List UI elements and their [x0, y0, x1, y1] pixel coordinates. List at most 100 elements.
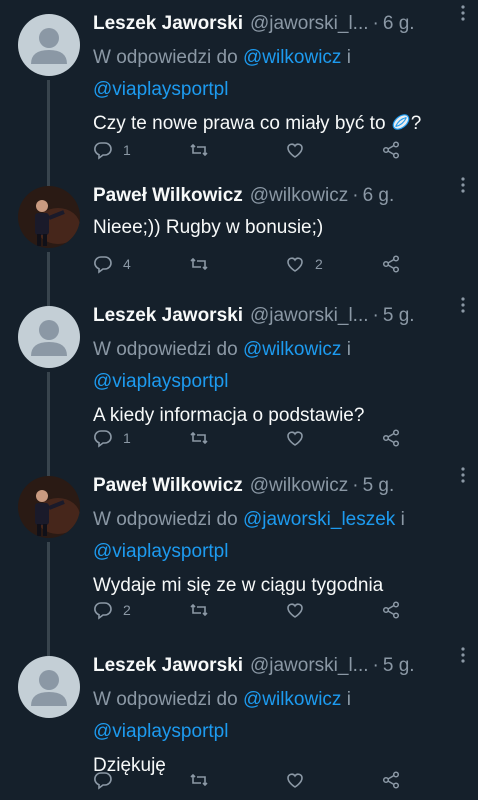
reply-count: 1 [123, 142, 131, 158]
retweet-icon [189, 140, 209, 160]
avatar-photo[interactable] [18, 186, 80, 248]
share-button[interactable] [381, 140, 401, 160]
share-icon [381, 770, 401, 790]
tweet-time[interactable]: 5 g. [383, 305, 415, 327]
author-name[interactable]: Paweł Wilkowicz [93, 185, 243, 207]
reply-to: W odpowiedzi do @wilkowicz i @viaplayspo… [93, 334, 464, 398]
tweet-time[interactable]: 5 g. [383, 655, 415, 677]
retweet-icon [189, 428, 209, 448]
reply-icon [93, 140, 113, 160]
retweet-button[interactable] [189, 428, 285, 448]
mention-link[interactable]: @viaplaysportpl [93, 79, 228, 100]
tweet-text-suffix: ? [410, 113, 422, 134]
tweet-2[interactable]: Paweł Wilkowicz @wilkowicz · 6 g. Nieee;… [0, 172, 478, 292]
share-icon [381, 254, 401, 274]
heart-icon [285, 140, 305, 160]
author-handle[interactable]: @jaworski_l... [250, 305, 369, 327]
author-name[interactable]: Leszek Jaworski [93, 13, 243, 35]
retweet-icon [189, 600, 209, 620]
reply-button[interactable]: 1 [93, 428, 189, 448]
avatar-default[interactable] [18, 306, 80, 368]
mention-link[interactable]: @wilkowicz [243, 47, 341, 68]
action-bar: 1 [93, 140, 413, 160]
tweet-3[interactable]: Leszek Jaworski @jaworski_l... · 5 g. W … [0, 292, 478, 462]
reply-icon [93, 254, 113, 274]
reply-button[interactable]: 4 [93, 254, 189, 274]
separator-dot: · [372, 13, 379, 34]
tweet-1[interactable]: Leszek Jaworski @jaworski_l... · 6 g. W … [0, 0, 478, 172]
more-options-icon[interactable] [454, 4, 472, 22]
like-button[interactable]: 2 [285, 254, 381, 274]
reply-count: 2 [123, 602, 131, 618]
share-button[interactable] [381, 600, 401, 620]
mention-link[interactable]: @wilkowicz [243, 339, 341, 360]
mention-link[interactable]: @viaplaysportpl [93, 371, 228, 392]
separator-dot: · [352, 475, 359, 496]
reply-button[interactable]: 1 [93, 140, 189, 160]
author-name[interactable]: Paweł Wilkowicz [93, 475, 243, 497]
reply-prefix: W odpowiedzi do [93, 509, 243, 530]
tweet-text: A kiedy informacja o podstawie? [93, 405, 365, 426]
tweet-time[interactable]: 5 g. [363, 475, 395, 497]
separator-dot: · [372, 655, 379, 676]
avatar-photo[interactable] [18, 476, 80, 538]
mention-link[interactable]: @viaplaysportpl [93, 721, 228, 742]
reply-prefix: W odpowiedzi do [93, 689, 243, 710]
like-button[interactable] [285, 770, 381, 790]
share-icon [381, 140, 401, 160]
heart-icon [285, 254, 305, 274]
share-icon [381, 600, 401, 620]
author-handle[interactable]: @wilkowicz [250, 185, 348, 207]
more-options-icon[interactable] [454, 466, 472, 484]
tweet-time[interactable]: 6 g. [383, 13, 415, 35]
retweet-button[interactable] [189, 140, 285, 160]
thread-line [47, 172, 50, 186]
author-name[interactable]: Leszek Jaworski [93, 305, 243, 327]
avatar-default[interactable] [18, 656, 80, 718]
retweet-button[interactable] [189, 600, 285, 620]
action-bar: 4 2 [93, 254, 413, 274]
avatar-default[interactable] [18, 14, 80, 76]
more-options-icon[interactable] [454, 646, 472, 664]
mention-link[interactable]: @wilkowicz [243, 689, 341, 710]
author-handle[interactable]: @jaworski_l... [250, 655, 369, 677]
thread-line [47, 462, 50, 476]
share-button[interactable] [381, 254, 401, 274]
heart-icon [285, 600, 305, 620]
share-button[interactable] [381, 428, 401, 448]
retweet-button[interactable] [189, 770, 285, 790]
more-options-icon[interactable] [454, 176, 472, 194]
like-count: 2 [315, 256, 323, 272]
retweet-icon [189, 254, 209, 274]
like-button[interactable] [285, 600, 381, 620]
more-options-icon[interactable] [454, 296, 472, 314]
heart-icon [285, 770, 305, 790]
thread-line [47, 642, 50, 656]
reply-count: 1 [123, 430, 131, 446]
action-bar: 2 [93, 600, 413, 620]
reply-to: W odpowiedzi do @wilkowicz i @viaplayspo… [93, 42, 464, 106]
thread-line [47, 292, 50, 306]
reply-and: i [395, 509, 405, 530]
tweet-text: Wydaje mi się ze w ciągu tygodnia [93, 575, 384, 596]
tweet-time[interactable]: 6 g. [363, 185, 395, 207]
share-button[interactable] [381, 770, 401, 790]
author-name[interactable]: Leszek Jaworski [93, 655, 243, 677]
retweet-button[interactable] [189, 254, 285, 274]
mention-link[interactable]: @viaplaysportpl [93, 541, 228, 562]
mention-link[interactable]: @jaworski_leszek [243, 509, 395, 530]
thread-line [47, 372, 50, 462]
reply-button[interactable] [93, 770, 189, 790]
like-button[interactable] [285, 140, 381, 160]
reply-and: i [341, 47, 351, 68]
reply-to: W odpowiedzi do @wilkowicz i @viaplayspo… [93, 684, 464, 748]
tweet-5[interactable]: Leszek Jaworski @jaworski_l... · 5 g. W … [0, 642, 478, 800]
reply-count: 4 [123, 256, 131, 272]
reply-and: i [341, 339, 351, 360]
author-handle[interactable]: @wilkowicz [250, 475, 348, 497]
author-handle[interactable]: @jaworski_l... [250, 13, 369, 35]
separator-dot: · [352, 185, 359, 206]
reply-button[interactable]: 2 [93, 600, 189, 620]
tweet-4[interactable]: Paweł Wilkowicz @wilkowicz · 5 g. W odpo… [0, 462, 478, 642]
like-button[interactable] [285, 428, 381, 448]
